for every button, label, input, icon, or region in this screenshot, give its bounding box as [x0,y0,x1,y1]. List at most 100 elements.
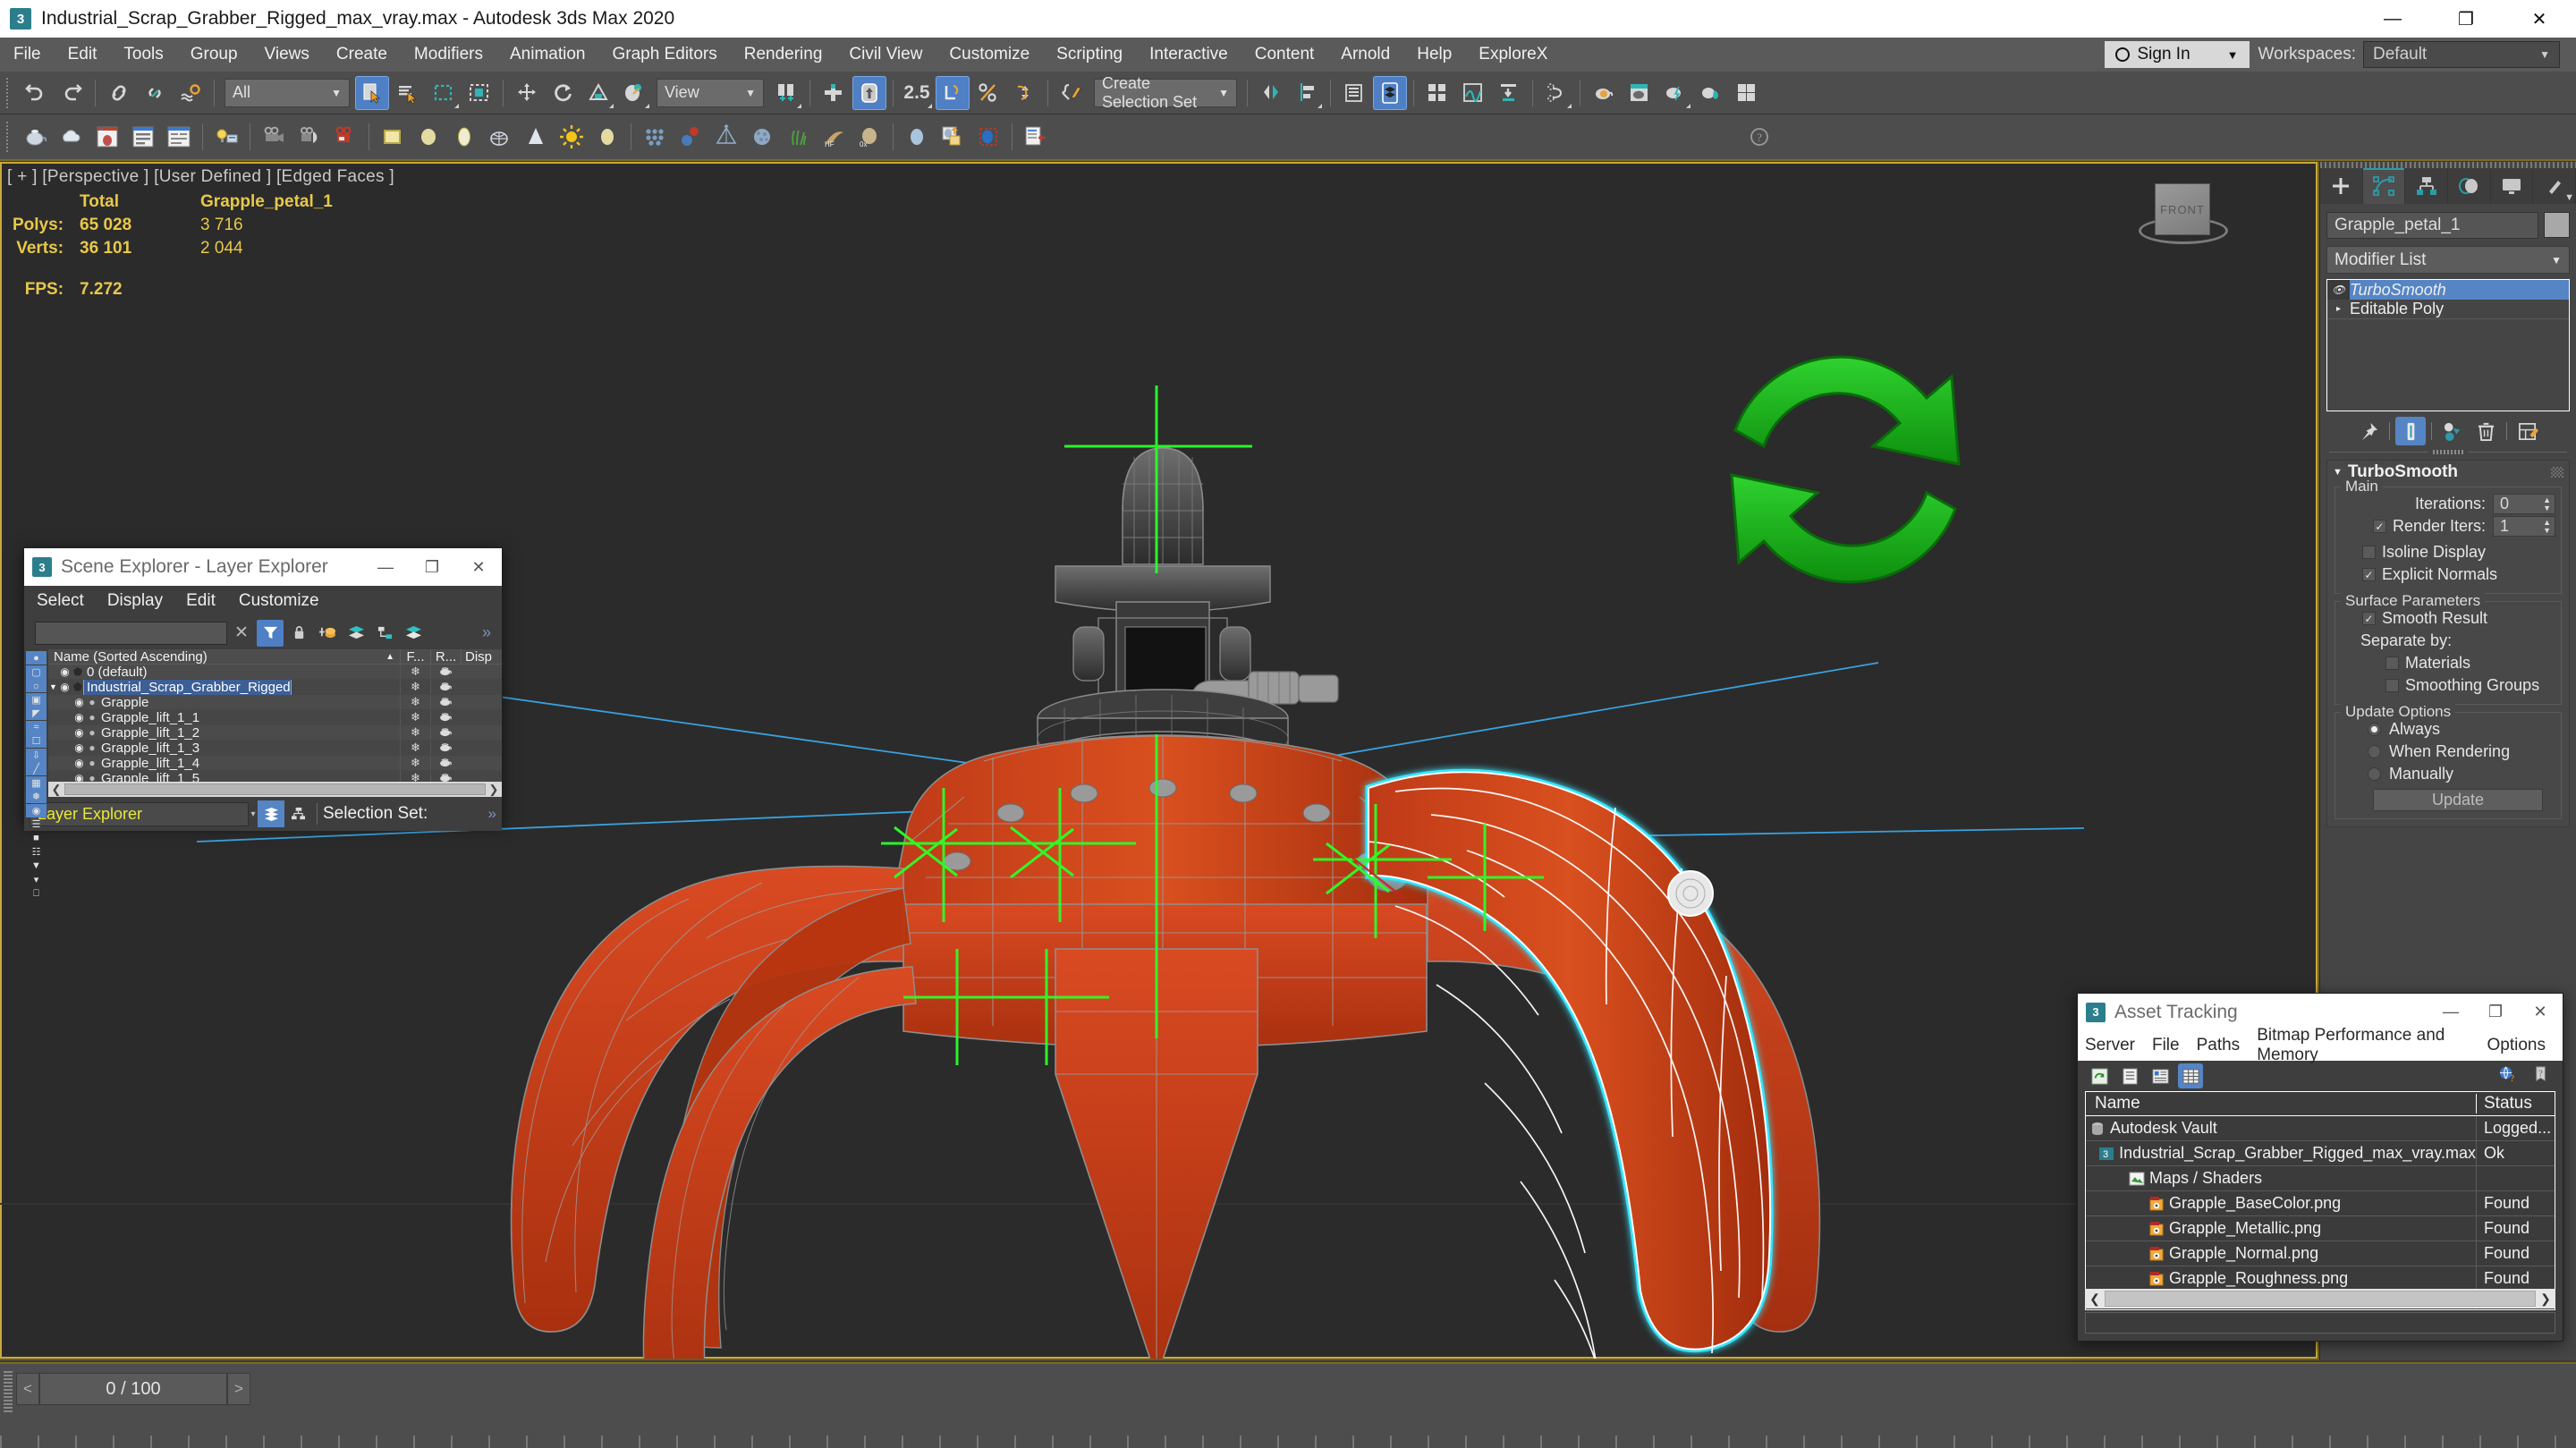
explicit-normals-checkbox[interactable]: ✓ [2362,568,2376,581]
mirror-icon[interactable] [1254,76,1288,110]
filter-frozen-icon[interactable]: ❅ [26,790,47,803]
camera-icon[interactable] [257,120,291,154]
filter-icon[interactable] [257,619,284,647]
menu-item-content[interactable]: Content [1241,38,1328,72]
render-setup-icon[interactable] [1492,76,1526,110]
pin-stack-icon[interactable] [2353,417,2384,445]
update-button[interactable]: Update [2373,789,2543,811]
asset-tracking-row[interactable]: Grapple_Roughness.png Found [2086,1266,2555,1291]
freeze-toggle-icon[interactable]: ❄ [400,710,430,724]
filter-space-warps-icon[interactable]: ≈ [26,720,47,734]
column-header-freeze[interactable]: F... [400,649,430,665]
menu-item-tools[interactable]: Tools [110,38,176,72]
at-column-name[interactable]: Name [2086,1094,2476,1114]
clear-search-icon[interactable]: ✕ [228,620,255,647]
panel-splitter[interactable] [2329,448,2567,456]
selection-filter-combo[interactable]: All ▼ [225,78,350,107]
iterations-spinner[interactable]: 0 ▲ ▼ [2493,494,2555,514]
align-icon[interactable] [1290,76,1324,110]
named-selection-sets-combo[interactable]: Create Selection Set ▼ [1094,74,1237,111]
list-view-icon[interactable] [2117,1063,2142,1088]
freeze-toggle-icon[interactable]: ❄ [400,680,430,694]
add-layer-icon[interactable] [314,620,341,647]
quick-render-icon[interactable] [1658,76,1692,110]
particle-array-icon[interactable] [638,120,672,154]
menu-item-rendering[interactable]: Rendering [731,38,836,72]
renderable-teapot-icon[interactable] [430,741,461,755]
visibility-eye-icon[interactable]: ◉ [72,726,86,739]
status-bar-grip[interactable] [4,1371,13,1412]
render-in-cloud-icon[interactable] [1694,76,1728,110]
render-iters-spinner[interactable]: 1 ▲ ▼ [2493,516,2555,537]
select-and-manipulate-icon[interactable] [852,75,886,110]
show-end-result-icon[interactable] [2395,417,2426,445]
scroll-left-arrow-icon[interactable]: ❮ [48,783,64,797]
filter-geometry-icon[interactable]: ● [26,651,47,665]
select-and-place-icon[interactable] [617,76,651,110]
visibility-eye-icon[interactable]: ◉ [72,741,86,754]
at-menu-bitmap-performance[interactable]: Bitmap Performance and Memory [2257,1026,2470,1065]
vray-proxy-icon[interactable] [971,120,1005,154]
details-view-icon[interactable] [2148,1063,2173,1088]
rectangular-selection-region-icon[interactable] [427,76,461,110]
sun-positioner-icon[interactable] [555,120,589,154]
view-cube-face[interactable]: FRONT [2155,183,2210,235]
display-block-icon[interactable]: ■ [26,832,47,845]
menu-item-views[interactable]: Views [251,38,323,72]
plane-primitive-icon[interactable] [376,120,410,154]
teapot-settings-icon[interactable] [1587,76,1621,110]
scene-explorer-row[interactable]: ▼ ◉ ⬟ Industrial_Scrap_Grabber_Rigged ❄ [48,679,502,695]
cone-primitive-icon[interactable] [519,120,553,154]
spinner-arrows-icon[interactable]: ▲ ▼ [2543,496,2551,512]
vray-frame-buffer-icon[interactable] [936,120,970,154]
scene-converter-icon[interactable] [1019,120,1053,154]
explorer-mode-field[interactable]: Layer Explorer [30,801,249,826]
asset-tracking-window[interactable]: 3 Asset Tracking — ❐ ✕ Server File Paths… [2077,993,2563,1342]
visibility-eye-icon[interactable]: ◉ [58,665,72,678]
select-by-name-icon[interactable] [391,76,425,110]
physical-camera-icon[interactable] [328,120,362,154]
undo-icon[interactable] [19,76,53,110]
select-and-move-icon[interactable] [510,76,544,110]
at-menu-paths[interactable]: Paths [2197,1036,2241,1055]
menu-item-graph-editors[interactable]: Graph Editors [599,38,731,72]
snaps-toggle-25-icon[interactable]: 2.5 [900,76,934,110]
scene-explorer-horizontal-scrollbar[interactable]: ❮ ❯ [48,782,502,797]
asset-tracking-close-button[interactable]: ✕ [2518,994,2563,1030]
scroll-thumb[interactable] [64,783,486,795]
asset-tracking-title-bar[interactable]: 3 Asset Tracking — ❐ ✕ [2078,994,2563,1030]
menu-item-help[interactable]: Help [1403,38,1465,72]
scroll-thumb[interactable] [2105,1291,2536,1307]
at-menu-options[interactable]: Options [2487,1036,2546,1055]
freeze-toggle-icon[interactable]: ❄ [400,695,430,709]
percent-snap-toggle-icon[interactable] [971,76,1005,110]
materials-checkbox[interactable] [2385,656,2399,670]
view-cube[interactable]: FRONT [2130,171,2237,269]
visibility-eye-icon[interactable]: ◉ [58,681,72,693]
teapot-primitive-icon[interactable] [483,120,517,154]
rollout-drag-handle[interactable] [2551,467,2563,478]
se-menu-display[interactable]: Display [107,591,163,611]
menu-item-interactive[interactable]: Interactive [1136,38,1241,72]
modifier-visibility-eye-icon[interactable]: 👁 [2327,280,2350,300]
at-menu-file[interactable]: File [2152,1036,2180,1055]
minimize-button[interactable]: — [2356,0,2429,38]
workspace-select[interactable]: Default ▼ [2363,41,2560,68]
expand-collapse-triangle-icon[interactable]: ▼ [48,682,58,691]
visibility-eye-icon[interactable]: ◉ [72,711,86,724]
tab-modify[interactable] [2362,168,2406,204]
scene-explorer-row[interactable]: ◉ ● Grapple ❄ [48,695,502,710]
filter-bones-icon[interactable]: ╱ [26,762,47,775]
render-frame-window-icon[interactable] [1623,76,1657,110]
make-unique-icon[interactable] [2437,417,2468,445]
list-dialog-icon[interactable] [126,120,160,154]
object-color-swatch[interactable] [2544,212,2570,238]
explorer-mode-dropdown-icon[interactable]: ▾ [249,809,258,819]
use-selection-center-icon[interactable] [817,76,851,110]
asset-tracking-minimize-button[interactable]: — [2428,994,2473,1030]
render-iters-checkbox[interactable]: ✓ [2372,520,2386,533]
lock-icon[interactable] [285,620,312,647]
material-editor-icon[interactable] [1420,76,1454,110]
render-scene-dialog-icon[interactable] [90,120,124,154]
menu-item-scripting[interactable]: Scripting [1043,38,1136,72]
